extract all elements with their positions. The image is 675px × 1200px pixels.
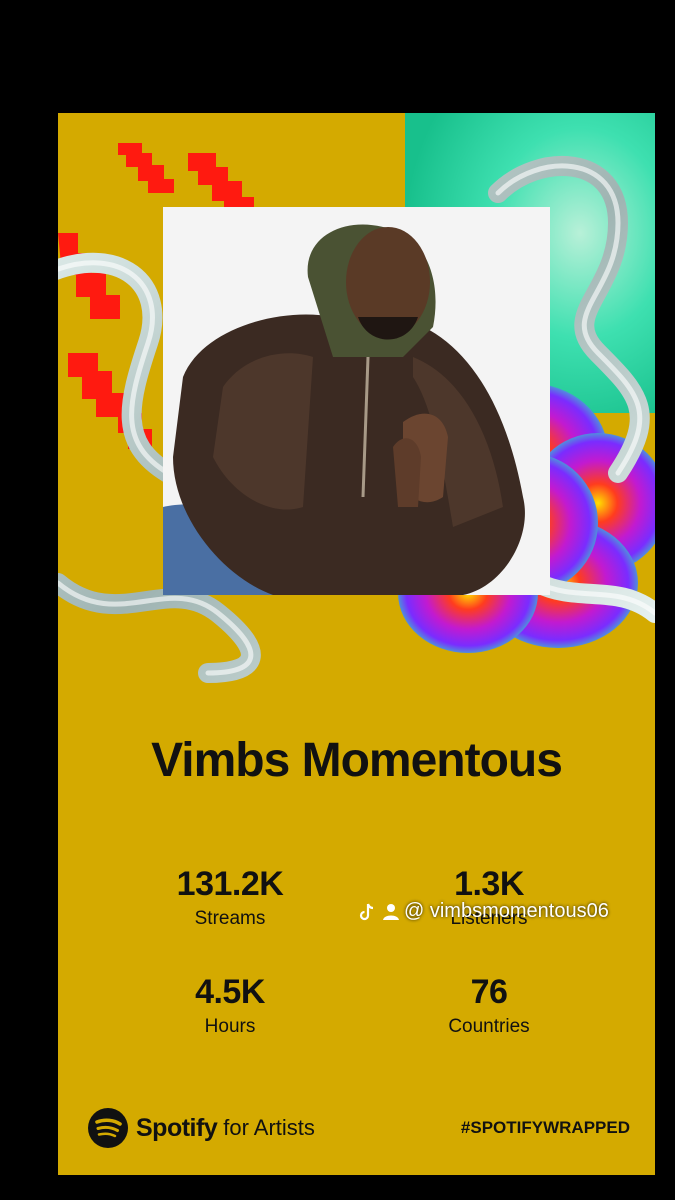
stat-value: 76 — [470, 973, 508, 1011]
stat-value: 4.5K — [195, 973, 265, 1011]
hashtag: #SPOTIFYWRAPPED — [460, 1118, 630, 1137]
brand-suffix: for Artists — [223, 1115, 315, 1140]
user-icon — [383, 903, 399, 920]
tiktok-icon — [359, 903, 374, 920]
spotify-for-artists-logo: Spotify for Artists — [88, 1108, 315, 1148]
stat-label: Hours — [204, 1016, 256, 1037]
tiktok-watermark: @ vimbsmomentous06 — [356, 900, 609, 923]
brand-name: Spotify — [136, 1113, 218, 1142]
wrapped-card: Vimbs Momentous 131.2K Streams 1.3K List… — [58, 113, 655, 1175]
stat-hours: 4.5K Hours — [115, 973, 345, 1038]
spotify-logo-icon — [88, 1108, 128, 1148]
artist-photo — [163, 207, 550, 595]
stat-streams: 131.2K Streams — [115, 865, 345, 930]
artist-name: Vimbs Momentous — [151, 734, 563, 787]
stat-value: 1.3K — [454, 865, 524, 903]
stat-countries: 76 Countries — [374, 973, 604, 1038]
stat-label: Countries — [448, 1016, 530, 1037]
watermark-handle: @ vimbsmomentous06 — [404, 900, 609, 922]
stat-value: 131.2K — [176, 865, 284, 903]
stat-label: Streams — [194, 908, 266, 929]
